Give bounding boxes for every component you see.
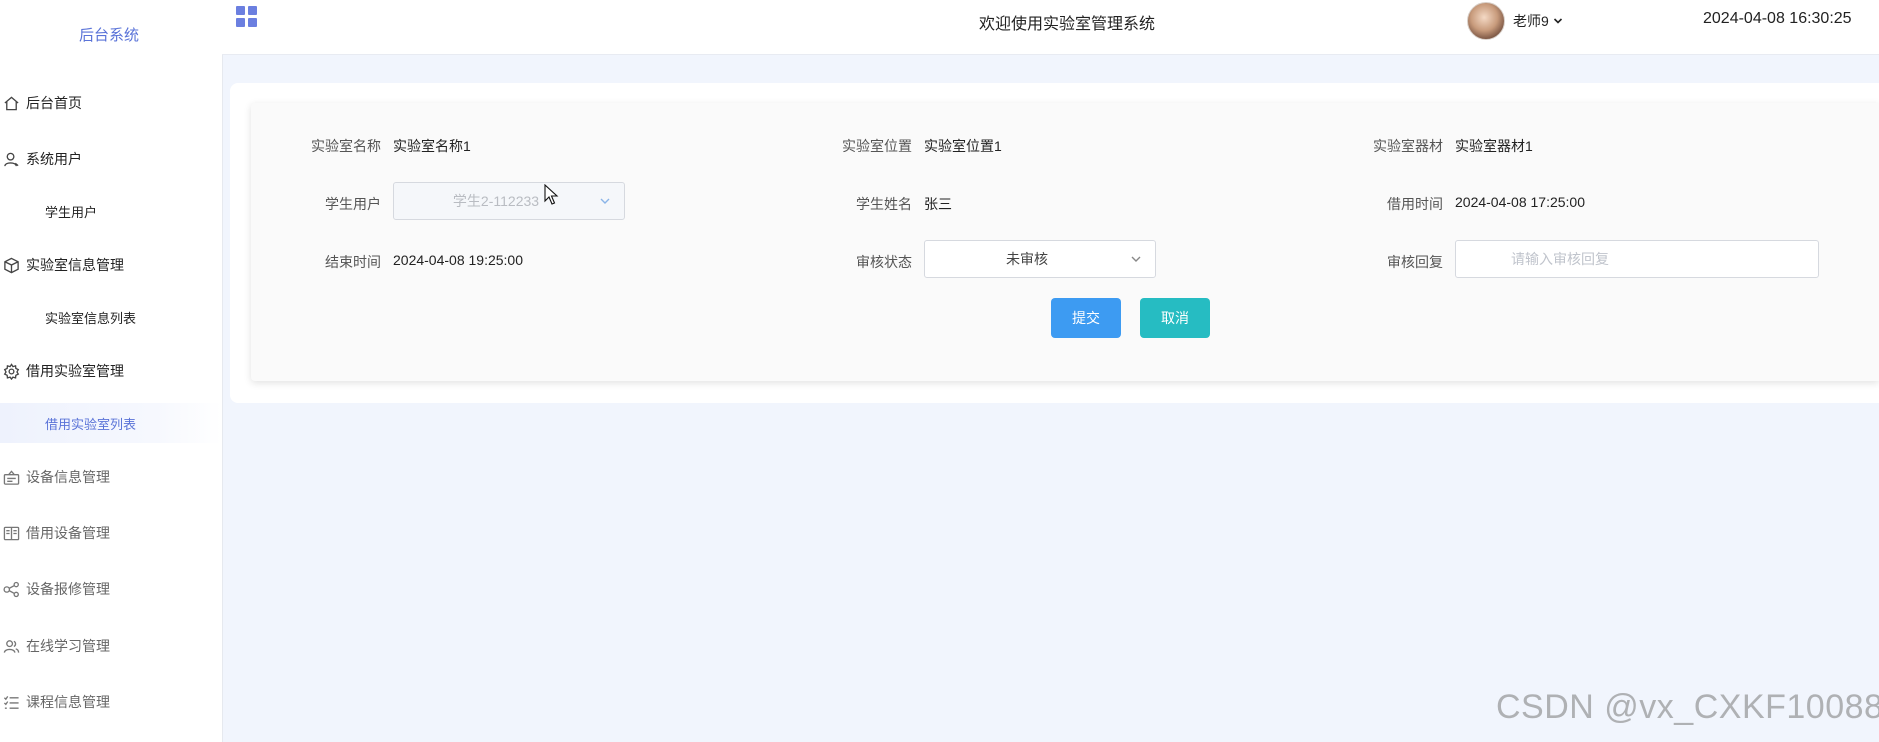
sidebar-item-home[interactable]: 后台首页 <box>0 83 222 123</box>
sidebar-item-label: 在线学习管理 <box>26 638 110 654</box>
sidebar-item-label: 实验室信息管理 <box>26 257 124 273</box>
user-menu[interactable]: 老师9 <box>1467 2 1563 40</box>
cancel-button[interactable]: 取消 <box>1140 298 1210 338</box>
avatar <box>1467 2 1505 40</box>
sidebar-item-borrow-lab[interactable]: 借用实验室管理 <box>0 351 222 391</box>
sidebar-item-online-learning[interactable]: 在线学习管理 <box>0 626 222 666</box>
sidebar-item-borrow-device[interactable]: 借用设备管理 <box>0 513 222 553</box>
sidebar-item-course-info[interactable]: 课程信息管理 <box>0 682 222 722</box>
lab-location-value: 实验室位置1 <box>924 138 1002 154</box>
sidebar: 后台系统 后台首页 系统用户 学生用户 实验室信息管理 实验室信息列表 借用实验… <box>0 0 223 742</box>
sidebar-item-label: 借用实验室管理 <box>26 363 124 379</box>
sidebar-item-label: 实验室信息列表 <box>45 310 137 326</box>
sidebar-item-label: 借用设备管理 <box>26 525 110 541</box>
sidebar-item-lab-info-list[interactable]: 实验室信息列表 <box>0 297 222 337</box>
sidebar-item-label: 设备信息管理 <box>26 469 110 485</box>
sidebar-item-label: 课程信息管理 <box>26 694 110 710</box>
book-icon <box>2 524 20 542</box>
header-datetime: 2024-04-08 16:30:25 <box>1703 10 1852 27</box>
sidebar-item-label: 学生用户 <box>45 204 98 220</box>
review-reply-input[interactable] <box>1455 240 1819 278</box>
sidebar-item-device-info[interactable]: 设备信息管理 <box>0 457 222 497</box>
cube-icon <box>2 256 20 274</box>
chevron-down-icon <box>1131 256 1141 262</box>
brand-title: 后台系统 <box>78 27 139 44</box>
home-icon <box>2 94 20 112</box>
watermark: CSDN @vx_CXKF10088 <box>1496 688 1879 726</box>
device-icon <box>2 468 20 486</box>
chevron-down-icon <box>600 198 610 204</box>
lab-name-value: 实验室名称1 <box>393 138 471 154</box>
end-time-label: 结束时间 <box>325 254 381 270</box>
sidebar-item-borrow-lab-list[interactable]: 借用实验室列表 <box>0 403 222 443</box>
sidebar-item-lab-info[interactable]: 实验室信息管理 <box>0 245 222 285</box>
share-icon <box>2 580 20 598</box>
sidebar-item-label: 系统用户 <box>26 151 82 167</box>
sidebar-item-label: 后台首页 <box>26 95 82 111</box>
sidebar-item-student-users[interactable]: 学生用户 <box>0 191 222 231</box>
user-icon <box>2 150 20 168</box>
detail-form: 实验室名称 实验室名称1 实验室位置 实验室位置1 实验室器材 实验室器材1 学… <box>251 103 1879 381</box>
review-status-label: 审核状态 <box>856 254 912 270</box>
users-icon <box>2 637 20 655</box>
chevron-down-icon <box>1553 18 1562 24</box>
lab-equipment-value: 实验室器材1 <box>1455 138 1533 154</box>
sidebar-item-label: 设备报修管理 <box>26 581 110 597</box>
gear-icon <box>2 362 20 380</box>
mouse-cursor-icon <box>544 184 559 205</box>
submit-button[interactable]: 提交 <box>1051 298 1121 338</box>
review-reply-label: 审核回复 <box>1387 254 1443 270</box>
student-user-value: 学生2-112233 <box>452 193 540 209</box>
lab-location-label: 实验室位置 <box>842 138 912 154</box>
review-status-select[interactable]: 未审核 <box>924 240 1156 278</box>
lab-name-label: 实验室名称 <box>311 138 381 154</box>
user-name: 老师9 <box>1513 13 1549 29</box>
sidebar-item-label: 借用实验室列表 <box>45 416 137 432</box>
end-time-value: 2024-04-08 19:25:00 <box>393 252 523 268</box>
list-icon <box>2 693 20 711</box>
top-header: 欢迎使用实验室管理系统 老师9 2024-04-08 16:30:25 <box>222 0 1879 55</box>
review-status-value: 未审核 <box>1006 251 1048 267</box>
student-name-label: 学生姓名 <box>856 196 912 212</box>
sidebar-item-system-users[interactable]: 系统用户 <box>0 139 222 179</box>
student-user-select[interactable]: 学生2-112233 <box>393 182 625 220</box>
borrow-time-label: 借用时间 <box>1387 196 1443 212</box>
student-user-label: 学生用户 <box>325 196 381 212</box>
menu-grid-icon[interactable] <box>236 6 258 28</box>
header-title: 欢迎使用实验室管理系统 <box>979 16 1156 33</box>
student-name-value: 张三 <box>924 196 952 212</box>
sidebar-item-device-repair[interactable]: 设备报修管理 <box>0 569 222 609</box>
borrow-time-value: 2024-04-08 17:25:00 <box>1455 194 1585 210</box>
lab-equipment-label: 实验室器材 <box>1373 138 1443 154</box>
